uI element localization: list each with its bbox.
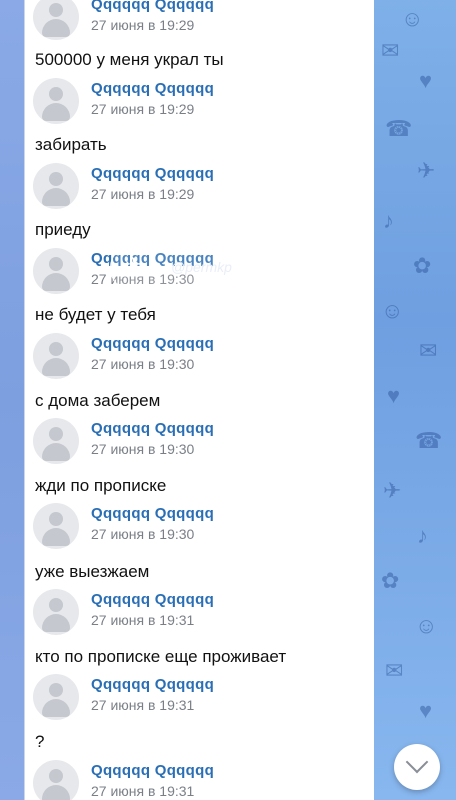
avatar[interactable]: [33, 674, 79, 720]
message-header: Qqqqqq Qqqqqq 27 июня в 19:30: [33, 333, 363, 379]
pattern-icon: ✈: [383, 478, 402, 503]
message-text: ?: [35, 732, 45, 751]
message-text: жди по прописке: [35, 476, 167, 495]
message-time: 27 июня в 19:31: [91, 697, 195, 713]
sender-name[interactable]: Qqqqqq Qqqqqq: [91, 420, 214, 437]
scroll-to-bottom-button[interactable]: [394, 744, 440, 790]
message-list[interactable]: Qqqqqq Qqqqqq 27 июня в 19:29 500000 у м…: [24, 0, 374, 800]
pattern-icon: ✿: [413, 253, 432, 278]
sender-name[interactable]: Qqqqqq Qqqqqq: [91, 165, 214, 182]
message-text: приеду: [35, 220, 91, 239]
message-header: Qqqqqq Qqqqqq 27 июня в 19:30: [33, 503, 363, 549]
message-time: 27 июня в 19:30: [91, 441, 195, 457]
chat-wallpaper: ☺ ✉ ♥ ☎ ✈ ♪ ✿ ☺ ✉ ♥ ☎ ✈ ♪ ✿ ☺ ✉ ♥: [373, 0, 456, 800]
message-header: Qqqqqq Qqqqqq 27 июня в 19:30: [33, 418, 363, 464]
avatar[interactable]: [33, 248, 79, 294]
chevron-down-icon: [405, 750, 429, 774]
pattern-icon: ☎: [385, 116, 413, 141]
pattern-icon: ☎: [415, 428, 443, 453]
chat-background-left: [0, 0, 24, 800]
pattern-icon: ♥: [419, 68, 433, 93]
pattern-icon: ☺: [415, 613, 438, 638]
message-header: Qqqqqq Qqqqqq 27 июня в 19:29: [33, 78, 363, 124]
message-header: Qqqqqq Qqqqqq 27 июня в 19:31: [33, 674, 363, 720]
message-text: кто по прописке еще проживает: [35, 647, 287, 666]
message-time: 27 июня в 19:29: [91, 17, 195, 33]
sender-name[interactable]: Qqqqqq Qqqqqq: [91, 505, 214, 522]
pattern-icon: ♥: [419, 698, 433, 723]
pattern-icon: ✉: [419, 338, 438, 363]
message-header: Qqqqqq Qqqqqq 27 июня в 19:29: [33, 163, 363, 209]
message-header: Qqqqqq Qqqqqq 27 июня в 19:31: [33, 760, 363, 800]
message-time: 27 июня в 19:29: [91, 101, 195, 117]
message-time: 27 июня в 19:30: [91, 526, 195, 542]
message-header: Qqqqqq Qqqqqq 27 июня в 19:29: [33, 0, 363, 40]
message-text: забирать: [35, 135, 107, 154]
pattern-icon: ✈: [417, 158, 436, 183]
message-text: не будет у тебя: [35, 305, 156, 324]
sender-name[interactable]: Qqqqqq Qqqqqq: [91, 335, 214, 352]
avatar[interactable]: [33, 503, 79, 549]
sender-name[interactable]: Qqqqqq Qqqqqq: [91, 762, 214, 779]
message-time: 27 июня в 19:31: [91, 783, 195, 799]
message-time: 27 июня в 19:31: [91, 612, 195, 628]
pattern-icon: ✉: [381, 38, 400, 63]
sender-name[interactable]: Qqqqqq Qqqqqq: [91, 591, 214, 608]
pattern-icon: ✉: [385, 658, 404, 683]
bird-icon: ✈: [125, 252, 144, 277]
pattern-icon: ☺: [381, 298, 404, 323]
sender-name[interactable]: Qqqqqq Qqqqqq: [91, 676, 214, 693]
message-text: 500000 у меня украл ты: [35, 50, 224, 69]
sender-name[interactable]: Qqqqqq Qqqqqq: [91, 80, 214, 97]
message-time: 27 июня в 19:29: [91, 186, 195, 202]
avatar[interactable]: [33, 760, 79, 800]
pattern-icon: ♥: [387, 383, 401, 408]
message-header: Qqqqqq Qqqqqq 27 июня в 19:31: [33, 589, 363, 635]
message-text: с дома заберем: [35, 391, 161, 410]
message-time: 27 июня в 19:30: [91, 356, 195, 372]
message-text: уже выезжаем: [35, 562, 150, 581]
sender-name[interactable]: Qqqqqq Qqqqqq: [91, 0, 214, 13]
pattern-icon: ♪: [417, 523, 428, 548]
avatar[interactable]: [33, 0, 79, 40]
avatar[interactable]: [33, 163, 79, 209]
avatar[interactable]: [33, 78, 79, 124]
watermark: ✈ @permkp: [110, 246, 296, 290]
watermark-handle: @permkp: [171, 259, 232, 275]
pattern-icon: ✿: [381, 568, 400, 593]
avatar[interactable]: [33, 333, 79, 379]
pattern-icon: ♪: [383, 208, 394, 233]
avatar[interactable]: [33, 589, 79, 635]
pattern-icon: ☺: [401, 6, 424, 31]
avatar[interactable]: [33, 418, 79, 464]
